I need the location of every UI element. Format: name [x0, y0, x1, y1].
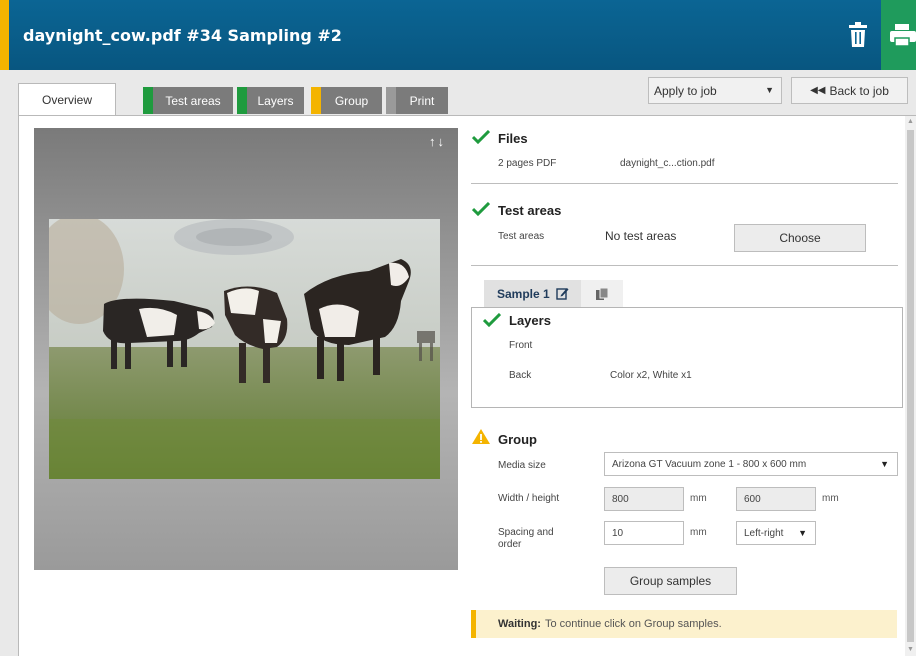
back-to-job-button[interactable]: ◀◀ Back to job [791, 77, 908, 104]
status-label: Waiting: [498, 618, 541, 630]
width-height-label: Width / height [498, 493, 560, 504]
files-pages: 2 pages PDF [498, 158, 557, 169]
section-divider [471, 265, 898, 266]
header-accent-bar [0, 0, 9, 70]
edit-icon[interactable] [556, 287, 569, 300]
status-message: To continue click on Group samples. [544, 618, 722, 630]
apply-to-job-value: Apply to job [654, 83, 717, 98]
apply-to-job-select[interactable]: Apply to job ▼ [648, 77, 782, 104]
tab-print-label: Print [409, 93, 435, 108]
back-to-job-label: Back to job [829, 83, 889, 98]
check-icon [472, 202, 490, 216]
back-value: Color x2, White x1 [610, 370, 692, 381]
status-banner: Waiting: To continue click on Group samp… [471, 610, 897, 638]
width-field[interactable]: 800 [604, 487, 684, 511]
scrollbar[interactable]: ▲ ▼ [905, 116, 916, 656]
tab-overview[interactable]: Overview [18, 83, 116, 116]
section-divider [471, 183, 898, 184]
tab-group-label: Group [334, 93, 369, 108]
tab-status-stripe [311, 87, 321, 114]
warning-icon [472, 429, 490, 444]
tab-group[interactable]: Group [311, 87, 382, 114]
dropdown-arrow-icon: ▼ [765, 85, 774, 95]
scroll-up-icon[interactable]: ▲ [907, 118, 914, 125]
media-size-value: Arizona GT Vacuum zone 1 - 800 x 600 mm [612, 458, 807, 470]
trash-icon[interactable] [846, 22, 870, 48]
app-header: daynight_cow.pdf #34 Sampling #2 [0, 0, 916, 70]
tab-print[interactable]: Print [386, 87, 448, 114]
choose-button[interactable]: Choose [734, 224, 866, 252]
order-select[interactable]: Left-right ▼ [736, 521, 816, 545]
dropdown-arrow-icon: ▼ [880, 459, 889, 469]
tab-layers-label: Layers [257, 93, 294, 108]
test-areas-value: No test areas [605, 229, 677, 243]
copy-sample-tab[interactable] [581, 280, 623, 307]
double-left-arrow-icon: ◀◀ [810, 85, 826, 96]
width-unit: mm [690, 493, 707, 504]
copy-icon [596, 287, 609, 300]
tab-test-areas-label: Test areas [165, 93, 221, 108]
check-icon [472, 130, 490, 144]
height-unit: mm [822, 493, 839, 504]
spacing-unit: mm [690, 527, 707, 538]
tab-status-stripe [386, 87, 396, 114]
group-samples-button[interactable]: Group samples [604, 567, 737, 595]
height-field[interactable]: 600 [736, 487, 816, 511]
dropdown-arrow-icon: ▼ [798, 528, 807, 538]
tab-sample-1[interactable]: Sample 1 [484, 280, 581, 307]
files-title: Files [498, 131, 528, 146]
tab-overview-label: Overview [41, 93, 92, 107]
group-title: Group [498, 432, 537, 447]
tab-status-stripe [143, 87, 153, 114]
tab-test-areas[interactable]: Test areas [143, 87, 233, 114]
tab-status-stripe [237, 87, 247, 114]
order-value: Left-right [744, 527, 784, 539]
test-areas-title: Test areas [498, 203, 562, 218]
front-label: Front [509, 340, 533, 351]
scroll-down-icon[interactable]: ▼ [907, 646, 914, 653]
media-size-label: Media size [498, 460, 546, 471]
up-down-arrows-icon[interactable]: ↑↓ [429, 134, 446, 149]
check-icon [483, 313, 501, 327]
tab-layers[interactable]: Layers [237, 87, 304, 114]
printer-icon [890, 24, 916, 47]
spacing-label: Spacing and order [498, 527, 554, 550]
back-label: Back [509, 370, 532, 381]
sample-tab-label: Sample 1 [497, 286, 550, 301]
spacing-field[interactable]: 10 [604, 521, 684, 545]
page-title: daynight_cow.pdf #34 Sampling #2 [23, 26, 342, 45]
layers-title: Layers [509, 313, 551, 328]
print-button[interactable] [881, 0, 916, 70]
test-areas-label: Test areas [498, 231, 545, 242]
scrollbar-thumb[interactable] [907, 130, 914, 642]
media-size-select[interactable]: Arizona GT Vacuum zone 1 - 800 x 600 mm … [604, 452, 898, 476]
preview-image [49, 219, 440, 479]
files-filename: daynight_c...ction.pdf [620, 158, 715, 169]
